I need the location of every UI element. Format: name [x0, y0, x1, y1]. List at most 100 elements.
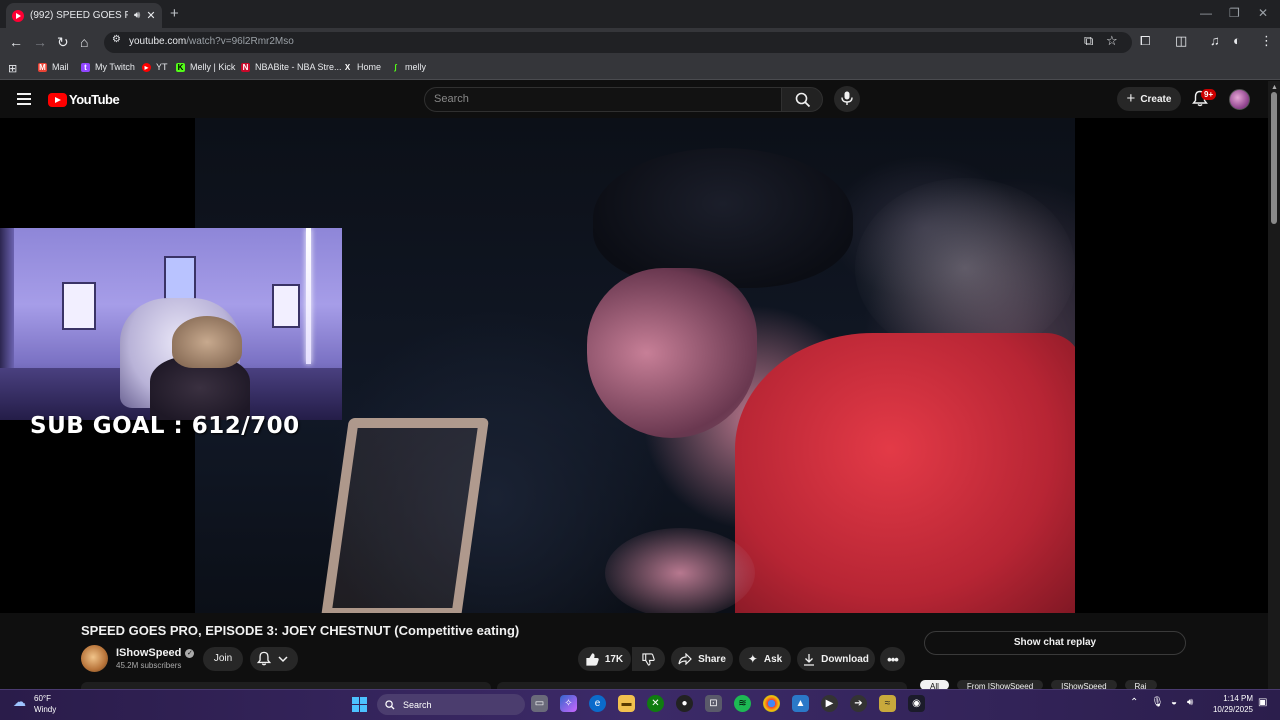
profile-icon[interactable]: ◐ [1233, 33, 1241, 48]
extensions-icon[interactable]: ⧠ [1140, 33, 1150, 49]
video-person-hair [593, 148, 853, 288]
github-icon[interactable]: ● [676, 695, 693, 712]
browser-tab[interactable]: (992) SPEED GOES PRO, EPI 🔊︎ ✕ [6, 3, 162, 28]
volume-icon[interactable]: 🔊︎ [1187, 697, 1193, 708]
menu-icon[interactable] [17, 93, 31, 105]
search-button[interactable] [781, 87, 823, 112]
wifi-icon[interactable]: ◒ [1171, 697, 1177, 708]
show-chat-replay-button[interactable]: Show chat replay [924, 631, 1186, 655]
weather-wind-icon[interactable]: ☁ [13, 694, 26, 710]
chrome-icon[interactable] [763, 695, 780, 712]
close-tab-icon[interactable]: ✕ [146, 9, 155, 22]
apps-grid-icon[interactable]: ⊞ [8, 62, 17, 75]
bell-icon [257, 651, 271, 666]
channel-avatar[interactable] [81, 645, 108, 672]
download-label: Download [821, 653, 869, 665]
webcam-person-hat [172, 316, 242, 368]
forward-icon[interactable]: → [33, 33, 47, 51]
bookmark-yt[interactable]: ▸ YT [142, 62, 168, 72]
clock-time[interactable]: 1:14 PM [1216, 694, 1253, 703]
edge-icon[interactable]: e [589, 695, 606, 712]
weather-description[interactable]: Windy [34, 705, 56, 714]
like-button[interactable]: 17K [578, 647, 631, 671]
download-button[interactable]: Download [797, 647, 875, 671]
home-icon[interactable]: ⌂ [80, 33, 88, 51]
spotify-icon[interactable]: ≋ [734, 695, 751, 712]
scrollbar-thumb[interactable] [1271, 92, 1277, 224]
url-text[interactable]: youtube.com/watch?v=96l2Rmr2Mso [129, 36, 294, 47]
search-icon [385, 699, 395, 710]
bookmark-melly-kick[interactable]: K Melly | Kick [176, 62, 235, 72]
task-view-icon[interactable]: ▭ [531, 695, 548, 712]
video-person-face [587, 268, 757, 438]
video-background-blur [855, 178, 1075, 358]
close-window-icon[interactable]: ✕ [1258, 6, 1268, 20]
weather-temperature[interactable]: 60°F [34, 694, 51, 703]
ask-button[interactable]: ✦ Ask [739, 647, 791, 671]
bookmark-label: melly [405, 62, 427, 72]
search-input[interactable] [424, 87, 782, 112]
obs-icon[interactable]: ◉ [908, 695, 925, 712]
back-icon[interactable]: ← [9, 33, 23, 51]
bookmark-my-twitch[interactable]: t My Twitch [81, 62, 135, 72]
store-icon[interactable]: ⊡ [705, 695, 722, 712]
bookmark-label: YT [156, 62, 168, 72]
taskbar-search[interactable]: Search [377, 694, 525, 715]
bookmark-star-icon[interactable]: ☆ [1106, 33, 1118, 49]
share-label: Share [698, 653, 726, 665]
tab-strip [0, 0, 1280, 28]
subscription-bell-button[interactable] [250, 647, 298, 671]
webcam-wall-frame [62, 282, 96, 330]
copilot-icon[interactable]: ✧ [560, 695, 577, 712]
site-info-icon[interactable]: ⚙ [112, 34, 121, 45]
voice-search-button[interactable] [834, 86, 860, 112]
video-title: SPEED GOES PRO, EPISODE 3: JOEY CHESTNUT… [81, 623, 520, 638]
twitch-icon: t [81, 62, 90, 72]
bookmark-mail[interactable]: M Mail [38, 62, 69, 72]
taskbar-search-label: Search [403, 699, 432, 710]
media-icon[interactable]: ♫ [1210, 33, 1220, 48]
scroll-up-arrow-icon[interactable]: ▲ [1271, 84, 1278, 91]
create-button[interactable]: + Create [1117, 87, 1181, 111]
create-label: Create [1140, 93, 1172, 105]
install-app-icon[interactable]: ⧉ [1084, 33, 1093, 49]
share-button[interactable]: Share [671, 647, 733, 671]
restore-icon[interactable]: ❐ [1229, 6, 1240, 20]
minimize-icon[interactable]: — [1200, 6, 1212, 20]
xbox-icon[interactable]: ✕ [647, 695, 664, 712]
bookmark-home[interactable]: X Home [343, 62, 381, 72]
new-tab-icon[interactable]: + [170, 5, 179, 22]
speaker-icon[interactable]: 🔊︎ [134, 10, 140, 21]
notification-center-icon[interactable]: ▣ [1258, 697, 1267, 708]
photos-icon[interactable]: ▲ [792, 695, 809, 712]
more-actions-button[interactable]: ••• [880, 647, 905, 671]
media-player-icon[interactable]: ▶ [821, 695, 838, 712]
channel-name[interactable]: IShowSpeed ✓ [116, 647, 195, 659]
ask-label: Ask [763, 653, 783, 665]
clock-date[interactable]: 10/29/2025 [1205, 705, 1253, 714]
webcam-led-strip [306, 228, 311, 364]
thumbs-up-icon [586, 652, 599, 666]
microphone-tray-icon[interactable]: 🎙︎ [1151, 697, 1164, 708]
more-menu-icon[interactable]: ⋮ [1260, 33, 1273, 49]
tray-overflow-chevron-icon[interactable]: ⌃ [1130, 697, 1138, 708]
bookmark-melly[interactable]: ʃ melly [391, 62, 426, 72]
windows-start-icon[interactable] [352, 697, 367, 712]
webcam-wall-frame [164, 256, 196, 300]
chevron-down-icon [278, 656, 288, 663]
youtube-icon: ▸ [142, 62, 151, 72]
bookmark-nbabite[interactable]: N NBABite - NBA Stre... [241, 62, 342, 72]
dislike-button[interactable] [632, 647, 665, 671]
reload-icon[interactable]: ↻ [57, 33, 69, 51]
search-placeholder: Search [434, 93, 469, 105]
plus-icon: + [1126, 90, 1136, 107]
youtube-logo[interactable]: YouTube [48, 92, 120, 107]
sparkle-icon: ✦ [747, 652, 758, 666]
account-avatar[interactable] [1229, 89, 1250, 110]
sidebar-icon[interactable]: ◫ [1175, 33, 1187, 49]
file-explorer-icon[interactable]: ▬ [618, 695, 635, 712]
arrow-app-icon[interactable]: ➔ [850, 695, 867, 712]
app-icon[interactable]: ≈ [879, 695, 896, 712]
join-button[interactable]: Join [203, 647, 243, 671]
video-person-shirt [735, 333, 1075, 613]
